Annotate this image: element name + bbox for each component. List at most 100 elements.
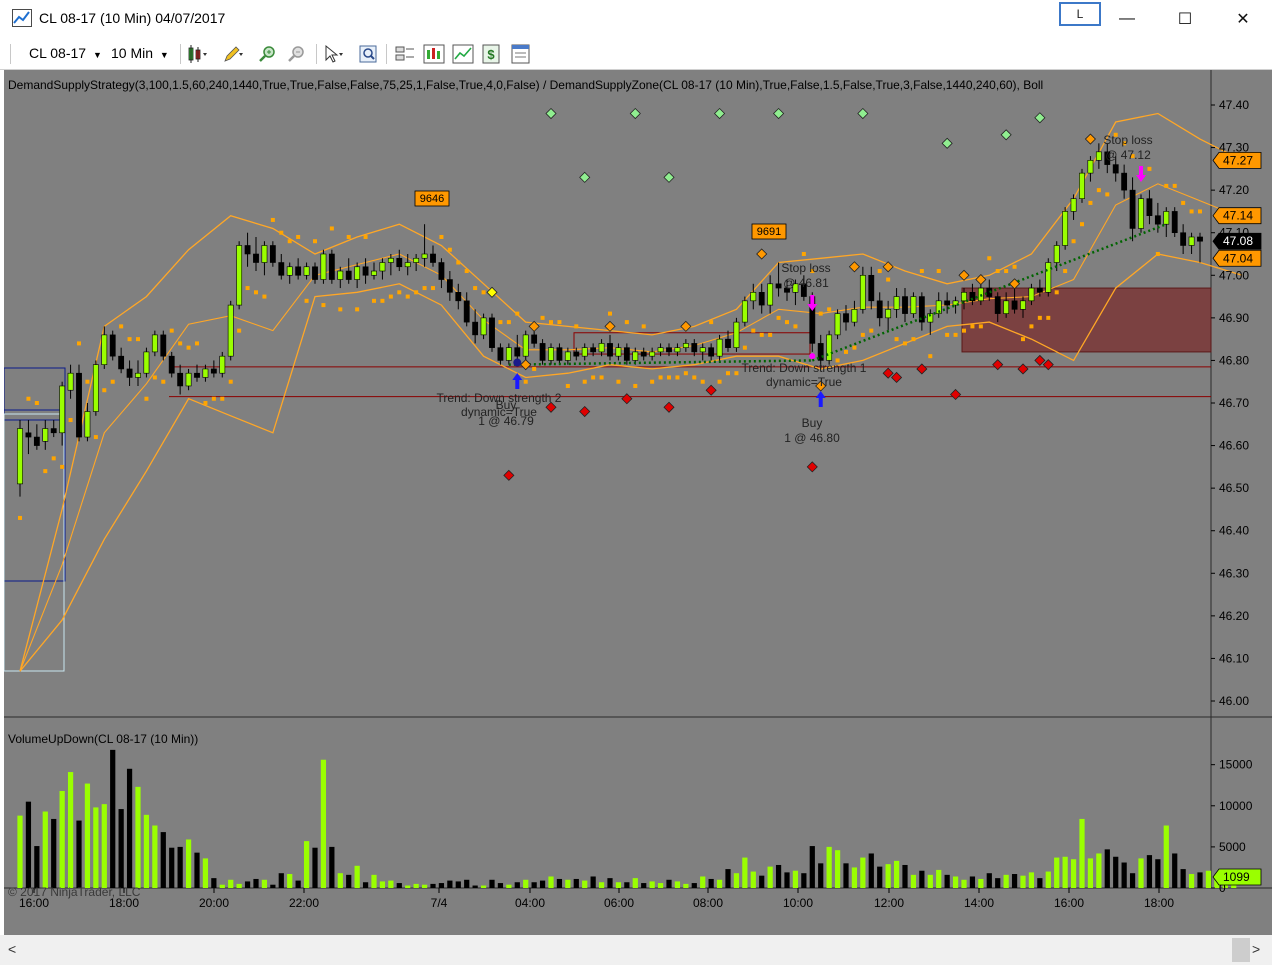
volume-bar[interactable]: [514, 882, 520, 888]
volume-bar[interactable]: [160, 832, 166, 888]
volume-bar[interactable]: [885, 864, 891, 888]
candle-down[interactable]: [1154, 215, 1161, 225]
volume-bar[interactable]: [1155, 859, 1161, 888]
volume-bar[interactable]: [1188, 874, 1195, 888]
candle-down[interactable]: [177, 372, 184, 387]
candle-down[interactable]: [1036, 287, 1043, 293]
candle-down[interactable]: [556, 347, 563, 361]
candle-up[interactable]: [750, 292, 757, 302]
candle-up[interactable]: [851, 309, 858, 323]
volume-bar[interactable]: [480, 885, 487, 888]
volume-bar[interactable]: [1054, 857, 1060, 888]
chart-style-icon[interactable]: [186, 44, 208, 64]
zoom-in-icon[interactable]: [257, 44, 279, 64]
candle-up[interactable]: [674, 347, 681, 353]
volume-bar[interactable]: [67, 772, 74, 888]
line-chart-icon[interactable]: [452, 44, 474, 64]
volume-bar[interactable]: [978, 878, 984, 888]
volume-bar[interactable]: [118, 809, 124, 888]
volume-bar[interactable]: [354, 865, 360, 888]
candle-up[interactable]: [1028, 287, 1035, 302]
scroll-right-icon[interactable]: >: [1252, 941, 1260, 957]
candle-up[interactable]: [741, 300, 748, 323]
volume-bar[interactable]: [691, 883, 697, 888]
candle-up[interactable]: [1138, 198, 1144, 229]
volume-bar[interactable]: [860, 857, 866, 888]
drawing-pencil-icon[interactable]: [222, 44, 244, 64]
volume-bar[interactable]: [185, 839, 192, 888]
volume-bar[interactable]: [447, 880, 453, 888]
volume-bar[interactable]: [244, 881, 251, 888]
volume-bar[interactable]: [51, 818, 57, 888]
candle-up[interactable]: [682, 343, 689, 348]
candle-down[interactable]: [446, 279, 453, 293]
volume-bar[interactable]: [910, 874, 917, 888]
candle-up[interactable]: [1095, 151, 1102, 161]
candle-up[interactable]: [1188, 236, 1195, 246]
volume-bar[interactable]: [834, 850, 841, 888]
volume-bar[interactable]: [1146, 855, 1153, 888]
candle-down[interactable]: [463, 300, 470, 323]
volume-bar[interactable]: [1197, 872, 1203, 888]
candle-up[interactable]: [227, 304, 234, 357]
candle-up[interactable]: [143, 351, 150, 374]
candle-down[interactable]: [514, 347, 521, 357]
candle-up[interactable]: [185, 372, 192, 387]
volume-bar[interactable]: [110, 749, 116, 888]
candle-up[interactable]: [303, 266, 310, 276]
candle-down[interactable]: [295, 266, 302, 276]
volume-bar[interactable]: [700, 876, 706, 888]
volume-bar[interactable]: [194, 852, 200, 888]
candle-down[interactable]: [489, 317, 495, 348]
volume-bar[interactable]: [733, 873, 740, 888]
volume-bar[interactable]: [295, 880, 301, 888]
candle-down[interactable]: [1129, 189, 1136, 229]
candle-down[interactable]: [623, 347, 630, 361]
candle-up[interactable]: [67, 372, 74, 391]
candle-up[interactable]: [564, 351, 571, 361]
chart-canvas[interactable]: 47.4047.3047.2047.1047.0046.9046.8046.70…: [4, 70, 1272, 935]
volume-bar[interactable]: [76, 820, 82, 888]
volume-bar[interactable]: [548, 876, 554, 888]
candle-down[interactable]: [472, 321, 479, 336]
volume-bar[interactable]: [1180, 869, 1186, 888]
volume-bar[interactable]: [211, 878, 217, 888]
volume-bar[interactable]: [590, 876, 596, 888]
interval-selector[interactable]: 10 Min ▼: [111, 45, 169, 61]
volume-bar[interactable]: [843, 863, 849, 888]
volume-bar[interactable]: [101, 804, 107, 888]
candle-down[interactable]: [244, 245, 251, 255]
volume-bar[interactable]: [202, 858, 209, 888]
volume-bar[interactable]: [489, 879, 495, 888]
candle-down[interactable]: [430, 253, 436, 263]
candle-down[interactable]: [817, 343, 824, 361]
volume-bar[interactable]: [725, 869, 731, 888]
candle-down[interactable]: [438, 262, 445, 280]
volume-bar[interactable]: [430, 883, 436, 888]
volume-bar[interactable]: [1087, 858, 1094, 888]
volume-bar[interactable]: [565, 879, 571, 888]
candle-down[interactable]: [168, 355, 175, 374]
candle-up[interactable]: [1053, 245, 1060, 263]
candle-up[interactable]: [59, 385, 66, 434]
candle-down[interactable]: [640, 351, 647, 357]
candle-up[interactable]: [1062, 211, 1069, 246]
candle-up[interactable]: [480, 317, 487, 336]
volume-bar[interactable]: [784, 872, 790, 888]
volume-bar[interactable]: [177, 846, 183, 888]
candle-down[interactable]: [876, 300, 883, 319]
candle-up[interactable]: [505, 347, 512, 361]
volume-bar[interactable]: [767, 866, 773, 888]
candle-up[interactable]: [961, 292, 967, 302]
volume-bar[interactable]: [312, 847, 318, 888]
candle-down[interactable]: [590, 347, 597, 353]
volume-bar[interactable]: [809, 846, 815, 888]
candle-up[interactable]: [202, 368, 209, 378]
candle-down[interactable]: [269, 245, 276, 263]
volume-bar[interactable]: [742, 857, 748, 888]
volume-bar[interactable]: [1104, 849, 1110, 888]
candle-up[interactable]: [92, 364, 99, 412]
candle-up[interactable]: [151, 334, 158, 353]
volume-bar[interactable]: [1003, 874, 1009, 888]
volume-bar[interactable]: [708, 878, 714, 888]
